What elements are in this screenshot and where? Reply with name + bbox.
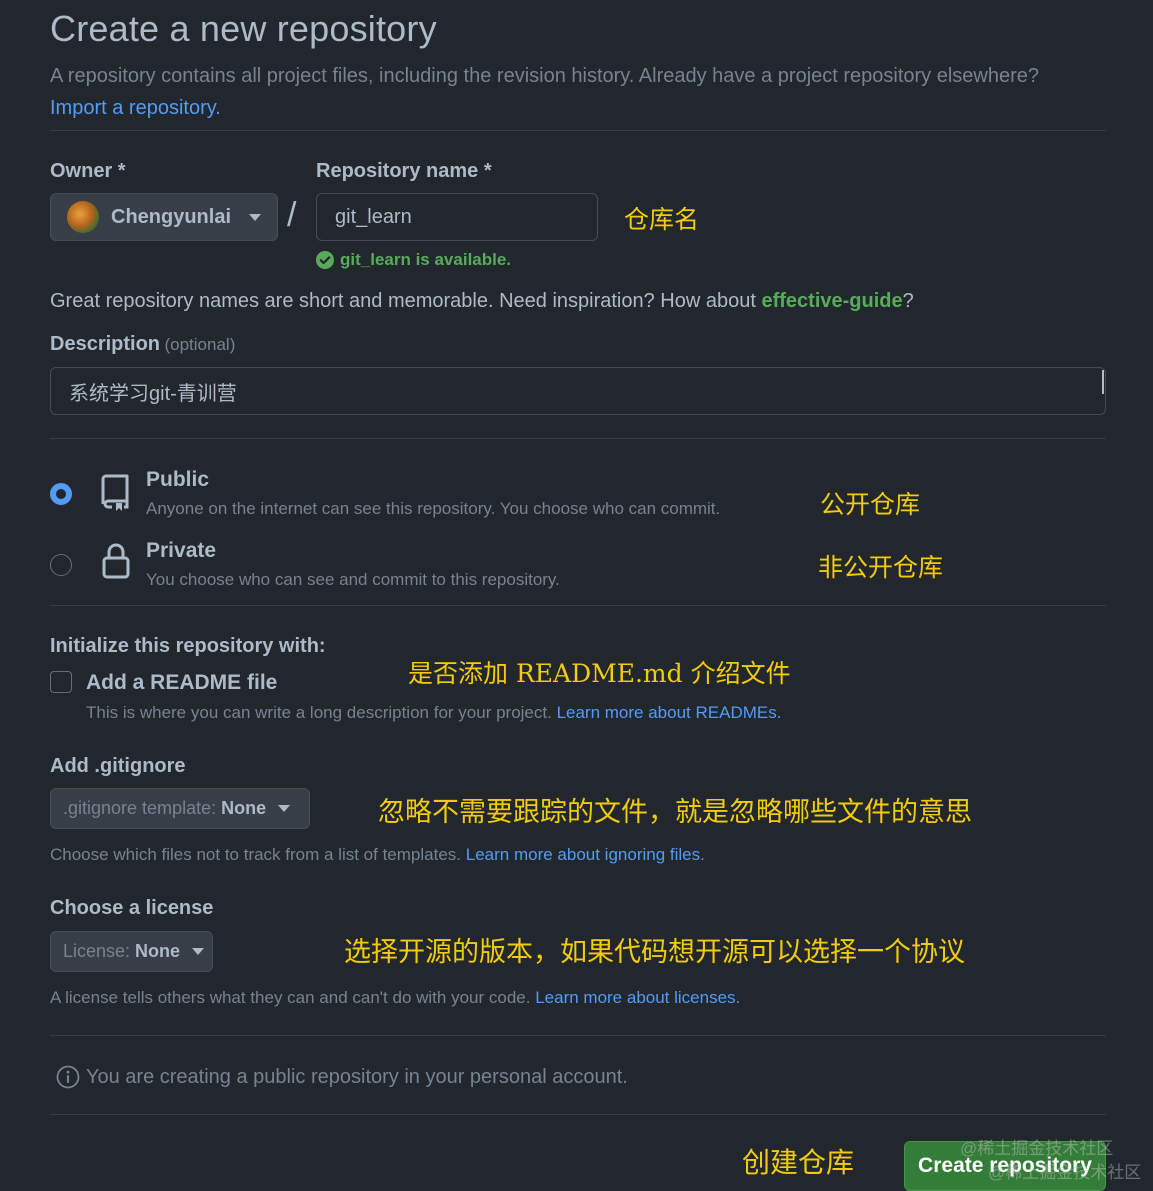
availability-message: git_learn is available. [316, 250, 511, 270]
owner-name: Chengyunlai [111, 205, 232, 228]
gitignore-desc-text: Choose which files not to track from a l… [50, 845, 462, 864]
description-input[interactable]: 系统学习git-青训营 [50, 367, 1106, 415]
divider [50, 1035, 1106, 1036]
name-suggestion: Great repository names are short and mem… [50, 290, 914, 313]
owner-label: Owner * [50, 160, 126, 182]
license-desc-text: A license tells others what they can and… [50, 988, 531, 1007]
watermark-line-2: @稀土掘金技术社区 [988, 1163, 1142, 1182]
license-select[interactable]: License: None [50, 931, 213, 972]
watermark-line-1: @稀土掘金技术社区 [960, 1139, 1114, 1158]
readme-desc-text: This is where you can write a long descr… [86, 703, 552, 722]
suggested-name-link[interactable]: effective-guide [761, 290, 902, 312]
license-select-prefix: License: [63, 941, 131, 961]
public-description: Anyone on the internet can see this repo… [146, 499, 721, 518]
gitignore-select-value: None [221, 798, 267, 818]
readme-checkbox[interactable] [50, 671, 72, 693]
public-notice: You are creating a public repository in … [56, 1065, 628, 1089]
repo-name-value: git_learn [335, 205, 412, 228]
divider [50, 1114, 1106, 1115]
info-icon [56, 1065, 80, 1089]
check-circle-icon [316, 251, 334, 269]
private-description: You choose who can see and commit to thi… [146, 570, 560, 589]
owner-select[interactable]: Chengyunlai [50, 193, 278, 241]
suggestion-suffix: ? [902, 290, 914, 312]
gitignore-template-select[interactable]: .gitignore template: None [50, 788, 310, 829]
optional-hint: (optional) [164, 335, 236, 354]
page-subtitle: A repository contains all project files,… [50, 60, 1110, 124]
license-heading: Choose a license [50, 897, 214, 919]
description-label: Description [50, 333, 161, 355]
annotation-public: 公开仓库 [820, 490, 921, 519]
owner-repo-separator: / [287, 196, 297, 234]
public-label: Public [146, 468, 210, 491]
annotation-license: 选择开源的版本，如果代码想开源可以选择一个协议 [344, 937, 965, 968]
divider [50, 605, 1106, 606]
learn-ignoring-files-link[interactable]: Learn more about ignoring files. [466, 845, 705, 864]
repo-icon [101, 474, 129, 511]
lock-icon [102, 543, 130, 579]
chevron-down-icon [278, 805, 291, 812]
private-label: Private [146, 539, 217, 562]
annotation-create: 创建仓库 [742, 1146, 855, 1179]
chevron-down-icon [249, 213, 262, 221]
readme-description: This is where you can write a long descr… [86, 703, 781, 723]
gitignore-select-prefix: .gitignore template: [63, 798, 217, 818]
readme-label: Add a README file [86, 671, 278, 694]
license-description: A license tells others what they can and… [50, 988, 740, 1008]
avatar [67, 201, 99, 233]
page-title: Create a new repository [50, 8, 437, 49]
chevron-down-icon [192, 948, 205, 955]
repo-name-label: Repository name * [316, 160, 492, 182]
learn-readmes-link[interactable]: Learn more about READMEs. [557, 703, 782, 722]
divider [50, 438, 1106, 439]
suggestion-prefix: Great repository names are short and mem… [50, 290, 762, 312]
description-label-group: Description (optional) [50, 333, 235, 356]
text-cursor [1102, 370, 1104, 394]
gitignore-heading: Add .gitignore [50, 755, 186, 777]
annotation-readme: 是否添加 README.md 介绍文件 [408, 659, 791, 688]
divider [50, 130, 1106, 131]
public-radio[interactable] [50, 483, 72, 505]
subtitle-text: A repository contains all project files,… [50, 65, 1040, 87]
annotation-gitignore: 忽略不需要跟踪的文件，就是忽略哪些文件的意思 [378, 797, 972, 828]
initialize-heading: Initialize this repository with: [50, 635, 326, 657]
import-repository-link[interactable]: Import a repository. [50, 97, 221, 119]
description-value: 系统学习git-青训营 [69, 382, 237, 405]
notice-text: You are creating a public repository in … [86, 1065, 628, 1088]
annotation-private: 非公开仓库 [818, 553, 944, 582]
gitignore-description: Choose which files not to track from a l… [50, 845, 705, 865]
annotation-repo-name: 仓库名 [624, 205, 700, 234]
repo-name-input[interactable]: git_learn [316, 193, 598, 241]
learn-licenses-link[interactable]: Learn more about licenses. [535, 988, 740, 1007]
license-select-value: None [135, 941, 181, 961]
private-radio[interactable] [50, 554, 72, 576]
availability-text: git_learn is available. [340, 250, 512, 269]
